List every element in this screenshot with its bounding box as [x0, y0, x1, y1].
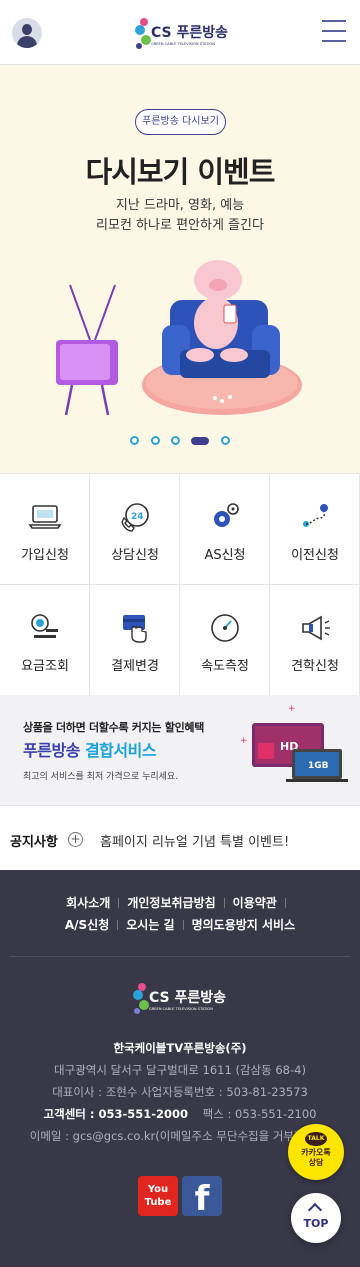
footer-link-directions[interactable]: 오시는 길: [126, 918, 174, 932]
youtube-text-2: Tube: [144, 1197, 172, 1208]
svg-text:24: 24: [131, 512, 144, 522]
notice-title: 공지사항: [10, 835, 58, 850]
arrow-up-icon: [307, 1202, 323, 1218]
company-contact: 고객센터 : 053-551-2000 팩스 : 053-551-2100: [0, 1106, 360, 1122]
logo-brand-text: CS 푸른방송: [151, 24, 228, 41]
hero-subtitle: 지난 드라마, 영화, 예능 리모컨 하나로 편안하게 즐긴다: [0, 196, 360, 236]
company-ceo: 대표이사 : 조현수 사업자등록번호 : 503-81-23573: [52, 1085, 308, 1099]
footer-link-privacy[interactable]: 개인정보취급방침: [127, 896, 215, 910]
gear-icon: [214, 503, 239, 527]
hero-illustration: [56, 260, 302, 416]
menu-speedtest-label: 속도측정: [201, 659, 249, 674]
coin-icon: [31, 614, 58, 638]
fax-number: 팩스 : 053-551-2100: [202, 1107, 317, 1121]
slide-dot[interactable]: [130, 436, 139, 445]
hero-banner[interactable]: 푸른방송 다시보기 다시보기 이벤트 지난 드라마, 영화, 예능 리모컨 하나…: [0, 65, 360, 473]
footer-link-identity-theft[interactable]: 명의도용방지 서비스: [192, 918, 296, 932]
footer-divider: [10, 956, 350, 957]
footer-link-terms[interactable]: 이용약관: [233, 896, 277, 910]
kakao-label: 카카오톡 상담: [288, 1148, 344, 1168]
menu-speedtest[interactable]: 속도측정: [180, 585, 270, 696]
speedometer-icon: [211, 614, 239, 642]
menu-signup[interactable]: 가입신청: [0, 474, 90, 585]
menu-as[interactable]: AS신청: [180, 474, 270, 585]
hero-subtitle-line1: 지난 드라마, 영화, 예능: [115, 198, 245, 213]
menu-payment[interactable]: 결제변경: [90, 585, 180, 696]
hamburger-menu-icon[interactable]: [322, 20, 346, 42]
slide-indicator: [0, 434, 360, 446]
cs-phone[interactable]: 고객센터 : 053-551-2000: [44, 1107, 189, 1121]
kakao-label-line2: 상담: [308, 1158, 324, 1167]
megaphone-icon: [302, 615, 330, 641]
bundle-tagline: 상품을 더하면 더할수록 커지는 할인혜택: [23, 721, 205, 734]
menu-move-label: 이전신청: [291, 548, 339, 563]
slide-dot[interactable]: [171, 436, 180, 445]
hero-tag: 푸른방송 다시보기: [135, 109, 226, 135]
header: CS 푸른방송 GREEN CABLE TELEVISION STATION: [0, 0, 360, 65]
kakao-talk-icon: TALK: [305, 1132, 327, 1146]
slide-dot[interactable]: [221, 436, 230, 445]
kakao-consult-button[interactable]: TALK 카카오톡 상담: [288, 1124, 344, 1180]
logo-sub-text: GREEN CABLE TELEVISION STATION: [151, 42, 215, 46]
hero-subtitle-line2: 리모컨 하나로 편안하게 즐긴다: [96, 218, 264, 233]
youtube-icon[interactable]: You Tube: [138, 1176, 178, 1216]
notice-headline[interactable]: 홈페이지 리뉴얼 기념 특별 이벤트!: [100, 831, 289, 850]
kakao-label-line1: 카카오톡: [301, 1148, 331, 1157]
gcs-logo[interactable]: CS 푸른방송 GREEN CABLE TELEVISION STATION: [132, 13, 232, 53]
footer-logo-brand: CS 푸른방송: [149, 989, 226, 1006]
menu-payment-label: 결제변경: [111, 659, 159, 674]
footer-logo-sub: GREEN CABLE TELEVISION STATION: [149, 1007, 213, 1011]
menu-consult-label: 상담신청: [111, 548, 159, 563]
menu-tour[interactable]: 견학신청: [270, 585, 360, 696]
slide-dot[interactable]: [151, 436, 160, 445]
youtube-text-1: You: [147, 1184, 169, 1195]
menu-move[interactable]: 이전신청: [270, 474, 360, 585]
bundle-service-banner[interactable]: 상품을 더하면 더할수록 커지는 할인혜택 푸른방송 결합서비스 최고의 서비스…: [0, 695, 360, 805]
scroll-top-button[interactable]: TOP: [291, 1193, 341, 1243]
footer-logo: CS 푸른방송 GREEN CABLE TELEVISION STATION: [133, 983, 226, 1014]
facebook-icon[interactable]: f: [182, 1176, 222, 1219]
bundle-illustration: + + HD 1GB: [240, 704, 348, 782]
slide-dot-active[interactable]: [191, 437, 209, 445]
menu-consult[interactable]: 24 상담신청: [90, 474, 180, 585]
menu-as-label: AS신청: [204, 548, 246, 563]
bundle-desc: 최고의 서비스를 최저 가격으로 누리세요.: [23, 772, 179, 782]
footer-link-as[interactable]: A/S신청: [65, 918, 109, 932]
svg-text:+: +: [288, 704, 296, 714]
menu-billing-label: 요금조회: [21, 659, 69, 674]
menu-signup-label: 가입신청: [21, 548, 69, 563]
svg-text:+: +: [240, 736, 248, 746]
route-icon: [303, 504, 328, 527]
bundle-title: 푸른방송 결합서비스: [23, 737, 157, 761]
plus-icon[interactable]: +: [68, 832, 83, 847]
notice-bar[interactable]: 공지사항 + 홈페이지 리뉴얼 기념 특별 이벤트!: [0, 805, 360, 870]
laptop-icon: [28, 505, 62, 529]
bundle-title-brand: 푸른방송: [23, 741, 85, 760]
menu-billing[interactable]: 요금조회: [0, 585, 90, 696]
footer-links-row2: A/S신청 오시는 길 명의도용방지 서비스: [0, 916, 360, 933]
quick-menu-grid: 가입신청 24 상담신청 AS신청 이전신청 요금조회 결제변경 속도측정 견학…: [0, 473, 360, 696]
hero-title: 다시보기 이벤트: [85, 155, 276, 189]
footer-links-row1: 회사소개 개인정보취급방침 이용약관: [0, 894, 360, 911]
phone-24-icon: 24: [121, 503, 149, 532]
footer-link-company[interactable]: 회사소개: [66, 896, 110, 910]
company-address: 대구광역시 달서구 달구벌대로 1611 (감삼동 68-4): [54, 1063, 306, 1077]
scroll-top-label: TOP: [303, 1217, 329, 1230]
bundle-laptop-label: 1GB: [308, 761, 329, 771]
card-icon: [123, 615, 147, 643]
user-avatar-icon[interactable]: [12, 18, 42, 48]
company-name: 한국케이블TV푸른방송(주): [113, 1041, 247, 1055]
bundle-title-service: 결합서비스: [84, 741, 157, 760]
menu-tour-label: 견학신청: [291, 659, 339, 674]
